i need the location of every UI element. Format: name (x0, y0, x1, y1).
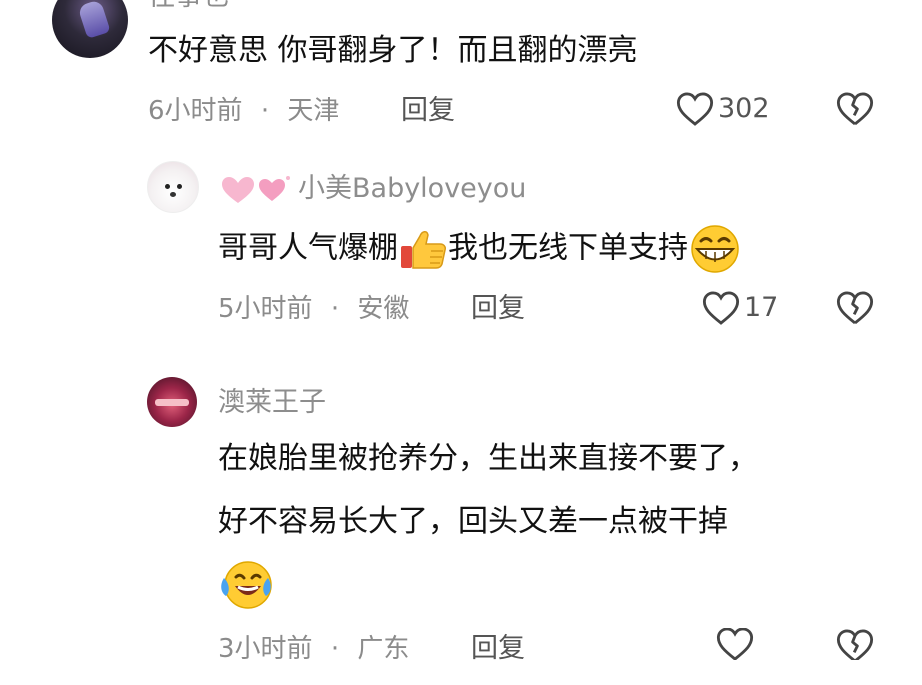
heart-icon (716, 628, 754, 660)
comment-meta: 3小时前 · 广东 (218, 632, 409, 666)
comment-text: 不好意思 你哥翻身了！而且翻的漂亮 (148, 33, 638, 68)
comment-username[interactable]: 澳莱王子 (218, 386, 326, 420)
dislike-button[interactable] (836, 290, 874, 330)
comment-username[interactable]: 小美Babyloveyou (218, 172, 526, 207)
comment-meta: 6小时前 · 天津 (148, 94, 339, 128)
avatar-eye (177, 184, 182, 189)
sparkling-hearts-icon (222, 175, 290, 203)
comment-time: 3小时前 (218, 634, 313, 664)
meta-separator: · (260, 96, 270, 126)
comment-username[interactable]: 往事也 (148, 0, 229, 14)
avatar[interactable] (147, 161, 199, 213)
broken-heart-icon (836, 291, 874, 325)
comment-time: 6小时前 (148, 96, 243, 126)
broken-heart-icon (836, 92, 874, 126)
meta-separator: · (330, 634, 340, 664)
thumbs-up-icon (401, 231, 446, 269)
like-count: 302 (718, 93, 770, 124)
dislike-button[interactable] (836, 91, 874, 131)
meta-separator: · (330, 294, 340, 324)
avatar-eye (165, 184, 170, 189)
avatar-nose (170, 192, 176, 197)
reply-button[interactable]: 回复 (471, 632, 525, 666)
comment-thread: 往事也 不好意思 你哥翻身了！而且翻的漂亮 6小时前 · 天津 回复 302 (0, 0, 922, 685)
reply-button[interactable]: 回复 (471, 292, 525, 326)
comment-time: 5小时前 (218, 294, 313, 324)
avatar-figure (77, 0, 111, 39)
grinning-face-icon (691, 225, 739, 273)
avatar-detail (155, 399, 189, 406)
comment-text-part: 哥哥人气爆棚 (218, 230, 398, 266)
heart-icon (702, 291, 740, 325)
comment-text-line: 好不容易长大了，回头又差一点被干掉 (218, 504, 728, 539)
comment-text-line: 在娘胎里被抢养分，生出来直接不要了， (218, 441, 758, 476)
comment-text: 哥哥人气爆棚 我也无线下单支持 (218, 224, 742, 274)
crying-laughing-face-icon (221, 561, 272, 609)
heart-icon (676, 92, 714, 126)
dislike-button[interactable] (836, 628, 900, 660)
like-button[interactable]: 17 (702, 290, 778, 326)
comment-meta: 5小时前 · 安徽 (218, 292, 409, 326)
comment-location: 安徽 (357, 294, 410, 324)
avatar[interactable] (52, 0, 128, 58)
comment-location: 广东 (357, 634, 410, 664)
broken-heart-icon (836, 629, 874, 660)
comment-location: 天津 (287, 96, 340, 126)
comment-text-part: 我也无线下单支持 (448, 230, 688, 266)
like-button[interactable]: 302 (676, 91, 770, 127)
reply-button[interactable]: 回复 (401, 94, 455, 128)
like-button[interactable] (716, 628, 780, 660)
like-count: 17 (744, 292, 779, 323)
username-text: 小美Babyloveyou (298, 173, 527, 204)
comment-emoji-line (218, 558, 274, 614)
avatar[interactable] (147, 377, 197, 427)
